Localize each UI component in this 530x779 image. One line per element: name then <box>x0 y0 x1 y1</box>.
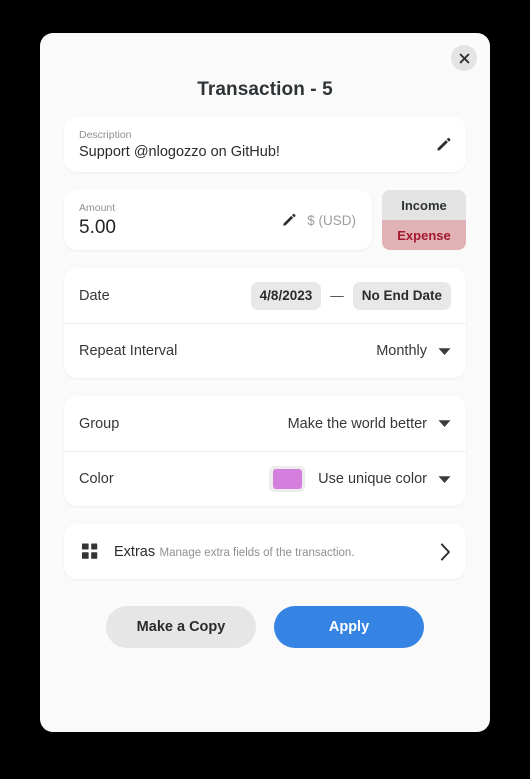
chevron-down-icon <box>438 347 451 356</box>
group-dropdown[interactable]: Make the world better <box>288 416 451 432</box>
repeat-interval-value: Monthly <box>376 343 427 359</box>
group-label: Group <box>79 415 120 432</box>
pencil-icon <box>283 213 296 226</box>
organization-card: Group Make the world better Color Use un… <box>64 396 466 506</box>
close-icon <box>459 53 469 63</box>
pencil-icon <box>437 137 451 151</box>
extras-subtitle: Manage extra fields of the transaction. <box>159 546 355 559</box>
transaction-dialog: Transaction - 5 Description Support @nlo… <box>40 33 490 732</box>
description-stack: Description Support @nlogozzo on GitHub! <box>79 129 427 161</box>
repeat-interval-dropdown[interactable]: Monthly <box>376 343 451 359</box>
extras-row[interactable]: Extras Manage extra fields of the transa… <box>64 524 466 579</box>
dialog-footer: Make a Copy Apply <box>64 606 466 648</box>
date-separator: — <box>330 288 344 303</box>
amount-value: 5.00 <box>79 216 116 238</box>
apply-button[interactable]: Apply <box>274 606 424 648</box>
color-controls: Use unique color <box>269 466 451 492</box>
amount-stack: Amount 5.00 <box>79 202 273 239</box>
close-button[interactable] <box>451 45 477 71</box>
date-row: Date 4/8/2023 — No End Date <box>64 268 466 323</box>
dialog-titlebar: Transaction - 5 <box>40 33 490 117</box>
transaction-type-toggle: Income Expense <box>382 190 466 250</box>
color-mode-dropdown[interactable]: Use unique color <box>318 471 451 487</box>
extras-text: Extras Manage extra fields of the transa… <box>114 543 432 561</box>
color-label: Color <box>79 471 114 487</box>
description-label: Description <box>79 128 132 141</box>
date-label: Date <box>79 287 110 304</box>
group-value: Make the world better <box>287 415 427 432</box>
amount-row: Amount 5.00 $ (USD) Income Expense <box>64 190 466 250</box>
amount-edit-button[interactable] <box>281 212 297 228</box>
description-value: Support @nlogozzo on GitHub! <box>79 143 280 160</box>
grid-icon <box>79 543 101 560</box>
screen-root: Transaction - 5 Description Support @nlo… <box>0 0 530 779</box>
group-row: Group Make the world better <box>64 396 466 451</box>
color-swatch <box>272 469 302 489</box>
expense-toggle-button[interactable]: Expense <box>382 220 466 250</box>
page-title: Transaction - 5 <box>197 79 333 100</box>
description-field[interactable]: Description Support @nlogozzo on GitHub! <box>64 117 466 172</box>
schedule-card: Date 4/8/2023 — No End Date Repeat Inter… <box>64 268 466 378</box>
color-row: Color Use unique color <box>64 451 466 506</box>
dialog-content: Description Support @nlogozzo on GitHub!… <box>40 117 490 648</box>
description-edit-button[interactable] <box>435 136 452 153</box>
income-toggle-button[interactable]: Income <box>382 190 466 220</box>
end-date-button[interactable]: No End Date <box>352 281 451 310</box>
chevron-right-icon <box>440 542 451 561</box>
extras-title: Extras <box>114 543 156 560</box>
chevron-down-icon <box>438 419 451 428</box>
repeat-interval-label: Repeat Interval <box>79 343 178 359</box>
amount-field[interactable]: Amount 5.00 $ (USD) <box>64 190 372 250</box>
date-controls: 4/8/2023 — No End Date <box>250 281 451 310</box>
make-a-copy-button[interactable]: Make a Copy <box>106 606 256 648</box>
currency-label: $ (USD) <box>307 212 356 228</box>
repeat-interval-row: Repeat Interval Monthly <box>64 323 466 378</box>
chevron-down-icon <box>438 475 451 484</box>
start-date-button[interactable]: 4/8/2023 <box>250 281 322 310</box>
color-mode-value: Use unique color <box>318 471 427 487</box>
amount-label: Amount <box>79 201 116 214</box>
color-swatch-button[interactable] <box>269 466 306 492</box>
